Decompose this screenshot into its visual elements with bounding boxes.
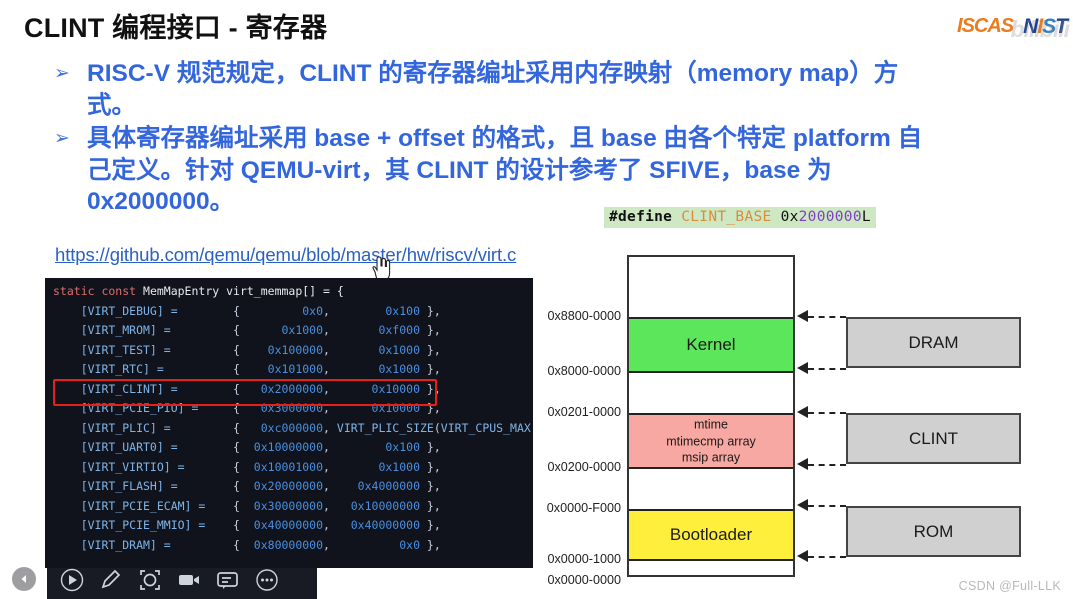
band-bootloader: Bootloader — [629, 509, 793, 561]
slide-root: CLINT 编程接口 - 寄存器 ISCAS NIST bilibili ➢ R… — [0, 0, 1073, 599]
band-clint-line3: msip array — [681, 450, 741, 465]
code-content: static const MemMapEntry virt_memmap[] =… — [53, 284, 531, 552]
address-label: 0x0000-0000 — [547, 573, 621, 587]
code-row-name: [VIRT_DEBUG] = — [53, 303, 234, 318]
band-kernel: Kernel — [629, 317, 793, 373]
code-block: static const MemMapEntry virt_memmap[] =… — [45, 278, 533, 568]
connector-arrowhead — [797, 362, 808, 374]
video-toolbar[interactable] — [47, 561, 317, 599]
define-value-prefix: 0x — [780, 209, 799, 225]
connector-line — [808, 556, 846, 558]
focus-icon[interactable] — [135, 565, 165, 595]
connector-line — [808, 505, 846, 507]
connector-arrowhead — [797, 458, 808, 470]
connector-line — [808, 368, 846, 370]
address-label: 0x8800-0000 — [547, 309, 621, 323]
nist-letter-n: N — [1023, 14, 1038, 38]
source-url-link[interactable]: https://github.com/qemu/qemu/blob/master… — [55, 244, 516, 266]
connector-arrowhead — [797, 310, 808, 322]
code-keyword: static const — [53, 284, 137, 298]
memory-map-diagram: Kernel mtime mtimecmp array msip array B… — [547, 250, 1073, 587]
address-label: 0x0200-0000 — [547, 460, 621, 474]
address-label: 0x0000-F000 — [546, 501, 621, 515]
bullet-text: RISC-V 规范规定，CLINT 的寄存器编址采用内存映射（memory ma… — [87, 60, 899, 119]
band-clint-line1: mtime — [693, 417, 729, 432]
define-value-digits: 2000000 — [798, 209, 862, 225]
camera-icon[interactable] — [174, 565, 204, 595]
code-header-rest: MemMapEntry virt_memmap[] = { — [136, 284, 344, 298]
define-value: 0x2000000L — [781, 209, 871, 225]
define-identifier: CLINT_BASE — [681, 209, 772, 225]
csdn-watermark: CSDN @Full-LLK — [958, 579, 1061, 593]
pointer-icon[interactable] — [57, 565, 87, 595]
band-clint: mtime mtimecmp array msip array — [629, 413, 793, 469]
right-box-rom: ROM — [846, 506, 1021, 557]
nist-logo: NIST — [1023, 14, 1068, 38]
nist-letter-t: T — [1055, 14, 1068, 38]
bullet-item: ➢ RISC-V 规范规定，CLINT 的寄存器编址采用内存映射（memory … — [54, 58, 934, 121]
bullet-text: 具体寄存器编址采用 base + offset 的格式，且 base 由各个特定… — [87, 125, 923, 215]
connector-line — [808, 316, 846, 318]
address-label: 0x0000-1000 — [547, 552, 621, 566]
connector-line — [808, 412, 846, 414]
connector-line — [808, 464, 846, 466]
bullet-list: ➢ RISC-V 规范规定，CLINT 的寄存器编址采用内存映射（memory … — [54, 58, 934, 220]
nist-letter-s: S — [1042, 14, 1056, 38]
band-clint-line2: mtimecmp array — [666, 433, 756, 448]
right-box-dram: DRAM — [846, 317, 1021, 368]
connector-arrowhead — [797, 499, 808, 511]
connector-arrowhead — [797, 550, 808, 562]
address-label: 0x0201-0000 — [547, 405, 621, 419]
address-space-column: Kernel mtime mtimecmp array msip array B… — [627, 255, 795, 577]
band-clint-label: mtime mtimecmp array msip array — [629, 416, 793, 466]
bullet-marker-icon: ➢ — [54, 62, 70, 84]
back-arrow-icon — [21, 575, 26, 583]
page-title: CLINT 编程接口 - 寄存器 — [24, 13, 328, 43]
more-icon[interactable] — [252, 565, 282, 595]
iscas-logo: ISCAS — [957, 15, 1014, 37]
define-value-suffix: L — [861, 209, 871, 225]
address-label: 0x8000-0000 — [547, 364, 621, 378]
define-code-snippet: #define CLINT_BASE 0x2000000L — [604, 207, 876, 228]
band-bootloader-label: Bootloader — [669, 525, 753, 544]
logo-group: ISCAS NIST — [957, 8, 1068, 44]
define-keyword: #define — [609, 209, 673, 225]
pencil-icon[interactable] — [96, 565, 126, 595]
band-kernel-label: Kernel — [686, 335, 736, 354]
bullet-item: ➢ 具体寄存器编址采用 base + offset 的格式，且 base 由各个… — [54, 123, 934, 218]
subtitle-icon[interactable] — [213, 565, 243, 595]
bullet-marker-icon: ➢ — [54, 127, 70, 149]
connector-arrowhead — [797, 406, 808, 418]
back-button[interactable] — [12, 567, 36, 591]
right-box-clint: CLINT — [846, 413, 1021, 464]
